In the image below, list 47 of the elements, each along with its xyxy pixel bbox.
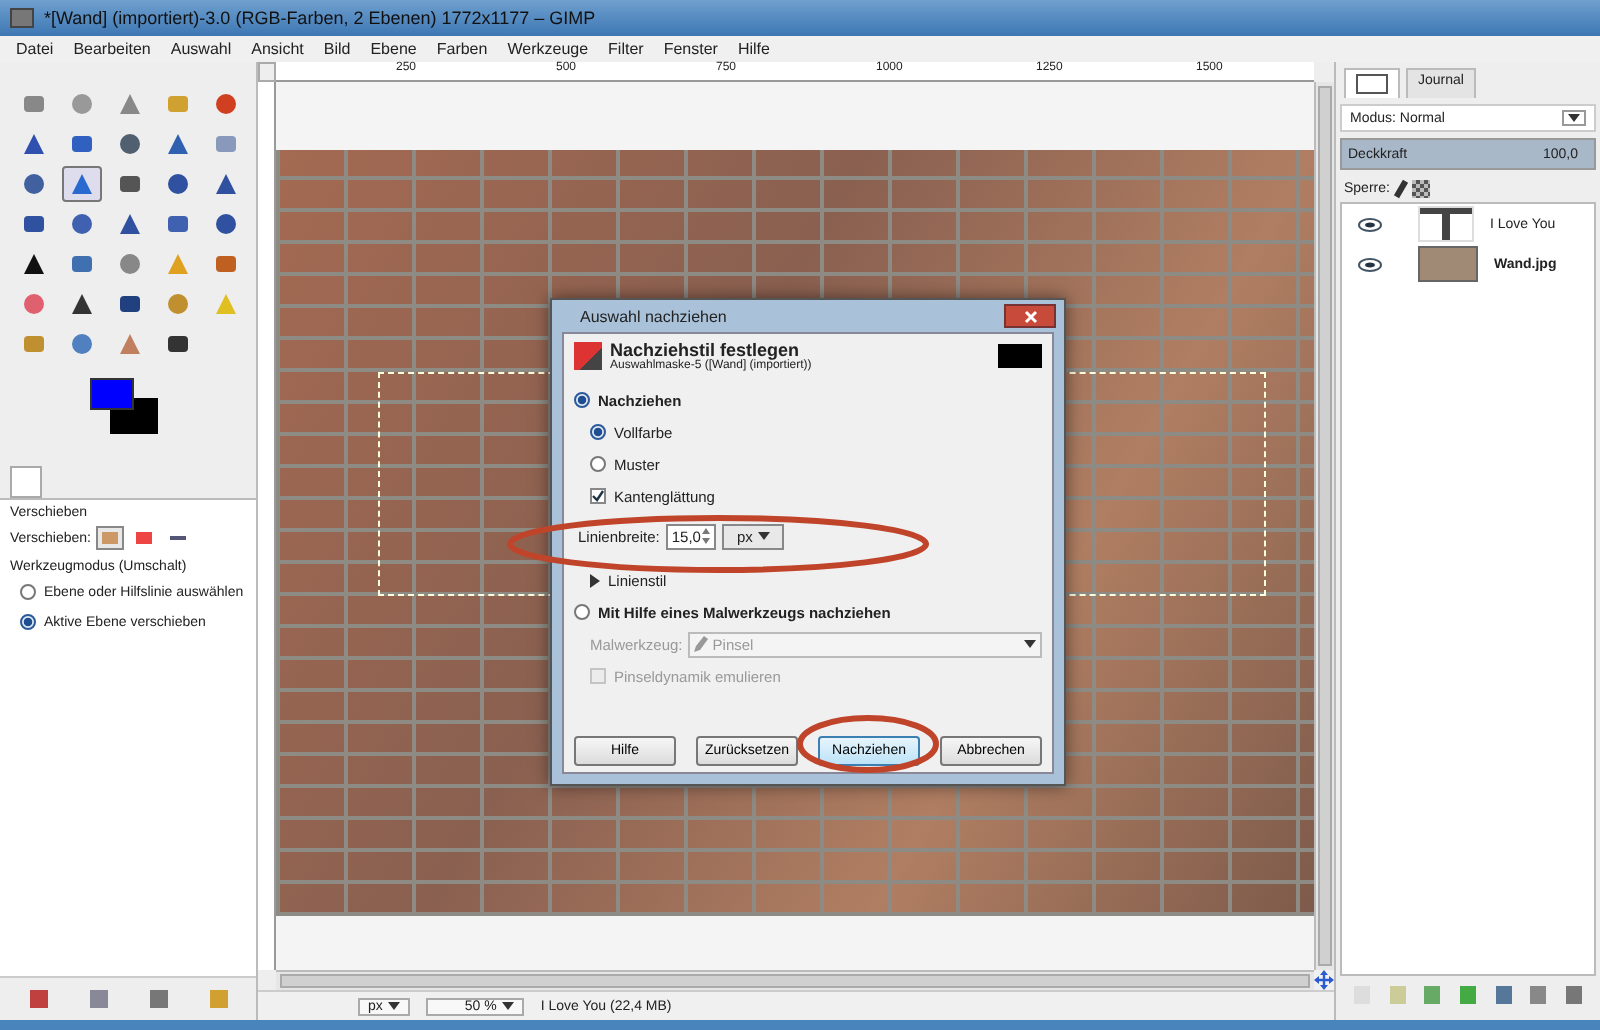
menu-item[interactable]: Ebene [360, 40, 427, 58]
app-icon [10, 8, 34, 28]
dialog-heading: Nachziehstil festlegen [610, 340, 800, 360]
menu-item[interactable]: Fenster [653, 40, 728, 58]
close-button[interactable] [1004, 304, 1056, 328]
menu-item[interactable]: Farben [426, 40, 498, 58]
spin-arrows-icon[interactable] [702, 528, 711, 544]
caret-icon [1568, 114, 1580, 122]
expander-arrow-icon[interactable] [590, 573, 600, 587]
caret-icon [502, 1002, 515, 1010]
menu-item[interactable]: Bild [313, 40, 361, 58]
menu-item[interactable]: Auswahl [160, 40, 242, 58]
radio-button[interactable] [590, 424, 606, 440]
annotation-ellipse [796, 714, 940, 774]
radio-button[interactable] [590, 456, 606, 472]
radio-button[interactable] [574, 604, 590, 620]
radio-button[interactable] [20, 614, 36, 630]
dialog-title: Auswahl nachziehen [580, 307, 727, 325]
eye-icon[interactable] [1358, 217, 1382, 231]
radio-button[interactable] [20, 584, 36, 600]
menu-item[interactable]: Datei [6, 40, 64, 58]
menu-item[interactable]: Ansicht [241, 40, 314, 58]
layers-tab[interactable] [1344, 68, 1400, 98]
window-title: *[Wand] (importiert)-3.0 (RGB-Farben, 2 Ebenen) 1772x1177 – GIMP [44, 8, 596, 28]
checker-icon[interactable] [1411, 180, 1430, 198]
navigate-icon[interactable] [1314, 970, 1334, 990]
eye-icon[interactable] [1358, 257, 1382, 271]
radio-button[interactable] [574, 392, 590, 408]
caret-icon [758, 532, 771, 540]
tool-options-tab[interactable] [10, 466, 42, 498]
stroke-icon [574, 342, 602, 370]
image-preview [998, 344, 1042, 368]
menu-item[interactable]: Hilfe [727, 40, 780, 58]
text-layer-icon [1418, 206, 1474, 242]
foreground-color-swatch[interactable] [90, 378, 134, 410]
layer-target-button[interactable] [96, 526, 125, 550]
caret-icon [388, 1002, 401, 1010]
menu-item[interactable]: Filter [598, 40, 654, 58]
close-icon [1023, 309, 1037, 323]
menu-item[interactable]: Werkzeuge [497, 40, 599, 58]
checkbox[interactable] [590, 488, 606, 504]
caret-icon [1024, 640, 1036, 648]
menu-item[interactable]: Bearbeiten [63, 40, 161, 58]
layer-thumbnail [1418, 246, 1478, 282]
horizontal-scrollbar[interactable] [276, 970, 1314, 990]
background-color-swatch[interactable] [110, 398, 158, 434]
vertical-scrollbar[interactable] [1314, 82, 1334, 970]
